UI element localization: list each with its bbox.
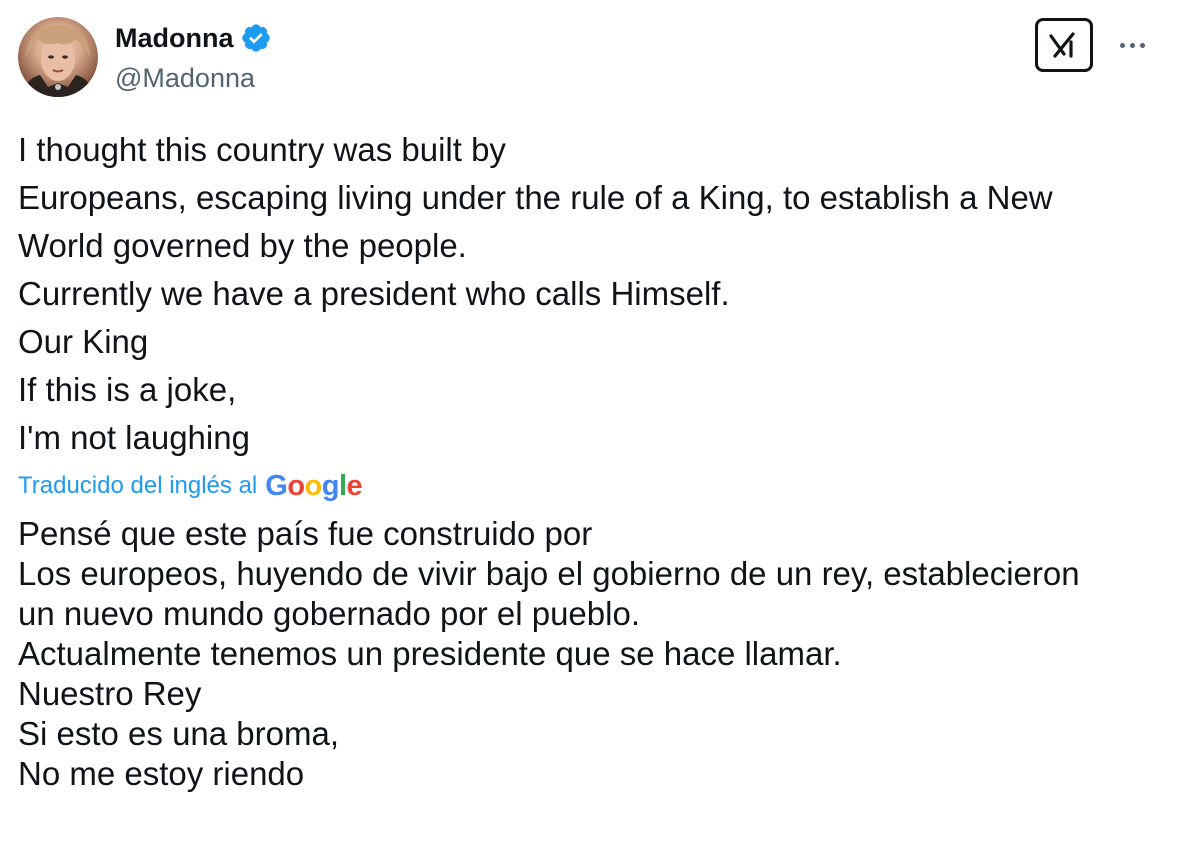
translated-line: Los europeos, huyendo de vivir bajo el g… <box>18 555 1080 592</box>
translated-line: Pensé que este país fue construido por <box>18 515 593 552</box>
translated-line: Actualmente tenemos un presidente que se… <box>18 635 842 672</box>
tweet-line: Our King <box>18 323 149 360</box>
tweet-line: World governed by the people. <box>18 227 467 264</box>
translation-attribution[interactable]: Traducido del inglés al Google <box>18 470 363 502</box>
more-options-button[interactable] <box>1112 30 1152 60</box>
tweet-text: I thought this country was built by Euro… <box>18 126 1168 462</box>
verified-badge-icon[interactable] <box>240 22 272 54</box>
google-logo-letter: l <box>338 470 347 502</box>
tweet-line: Currently we have a president who calls … <box>18 275 730 312</box>
more-options-icon <box>1119 42 1125 48</box>
tweet-line: Europeans, escaping living under the rul… <box>18 179 1053 216</box>
google-logo: Google <box>265 470 362 502</box>
more-options-icon <box>1129 42 1135 48</box>
translated-text: Pensé que este país fue construido por L… <box>18 514 1168 794</box>
translated-line: Si esto es una broma, <box>18 715 340 752</box>
author-handle[interactable]: @Madonna <box>115 62 255 94</box>
profile-photo <box>24 25 92 97</box>
grok-icon <box>1049 32 1075 58</box>
google-logo-letter: g <box>321 470 340 502</box>
more-options-icon <box>1139 42 1145 48</box>
author-display-name[interactable]: Madonna <box>115 22 234 54</box>
translated-line: Nuestro Rey <box>18 675 202 712</box>
google-logo-letter: o <box>287 470 305 502</box>
tweet-line: I'm not laughing <box>18 419 250 456</box>
tweet-line: If this is a joke, <box>18 371 237 408</box>
google-logo-letter: o <box>304 470 323 502</box>
translation-label[interactable]: Traducido del inglés al <box>18 471 257 501</box>
tweet-line: I thought this country was built by <box>18 131 506 168</box>
translated-line: No me estoy riendo <box>18 755 305 792</box>
avatar[interactable] <box>18 17 98 97</box>
google-logo-letter: G <box>265 470 288 502</box>
google-logo-letter: e <box>346 470 363 502</box>
author-name-row[interactable]: Madonna <box>115 22 272 54</box>
grok-button[interactable] <box>1035 18 1093 72</box>
translated-line: un nuevo mundo gobernado por el pueblo. <box>18 595 640 632</box>
